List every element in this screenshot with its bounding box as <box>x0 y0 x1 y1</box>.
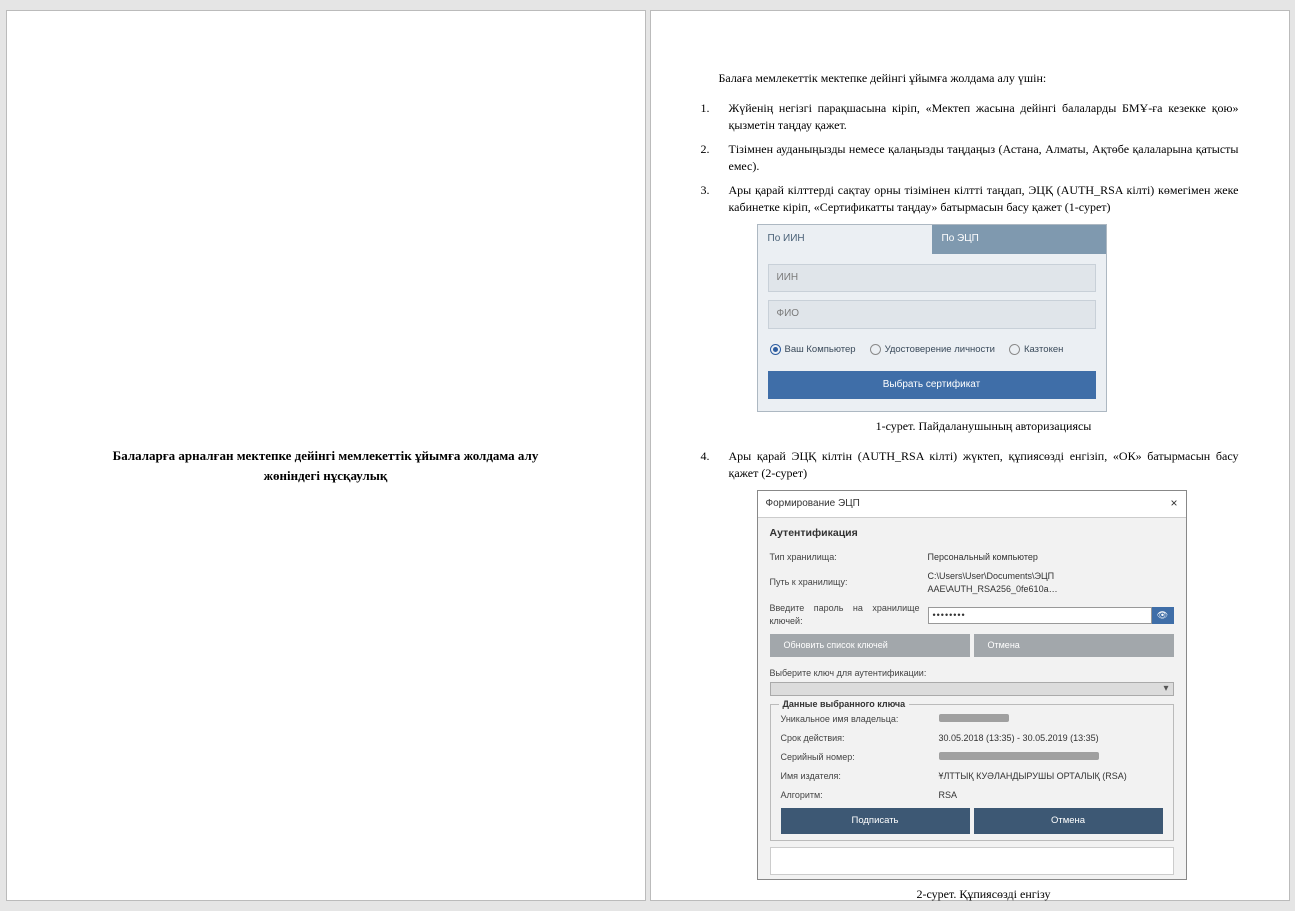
cancel-button-1[interactable]: Отмена <box>974 634 1174 657</box>
row-storage-path: Путь к хранилищу: C:\Users\User\Document… <box>770 570 1174 596</box>
tab-iin[interactable]: По ИИН <box>758 225 932 254</box>
label-storage-type: Тип хранилища: <box>770 551 920 564</box>
radio-your-computer[interactable]: Ваш Компьютер <box>770 343 856 357</box>
list-item-text: Ары қарай ЭЦҚ кілтін (AUTH_RSA кілті) жү… <box>729 449 1239 480</box>
ecp-dialog: Формирование ЭЦП × Аутентификация Тип хр… <box>757 490 1187 880</box>
row-issuer: Имя издателя: ҰЛТТЫҚ КУӘЛАНДЫРУШЫ ОРТАЛЫ… <box>781 770 1163 783</box>
dialog-title-text: Формирование ЭЦП <box>766 497 860 512</box>
row-algorithm: Алгоритм: RSA <box>781 789 1163 802</box>
value-owner <box>939 713 1163 726</box>
document-title: Балаларға арналған мектепке дейінгі мемл… <box>101 446 551 485</box>
output-area <box>770 847 1174 875</box>
sign-button-row: Подписать Отмена <box>781 808 1163 834</box>
auth-panel: По ИИН По ЭЦП ИИН ФИО Ваш Компьютер <box>757 224 1107 412</box>
value-algorithm: RSA <box>939 789 1163 802</box>
fio-input[interactable]: ФИО <box>768 300 1096 329</box>
select-key-label: Выберите ключ для аутентификации: <box>770 667 1174 680</box>
figure-1-caption: 1-сурет. Пайдаланушының авторизациясы <box>729 418 1239 435</box>
page-1: Балаларға арналған мектепке дейінгі мемл… <box>6 10 646 901</box>
fieldset-legend: Данные выбранного ключа <box>779 698 910 711</box>
tab-ecp[interactable]: По ЭЦП <box>932 225 1106 254</box>
label-owner: Уникальное имя владельца: <box>781 713 931 726</box>
eye-icon[interactable]: 👁 <box>1152 607 1174 624</box>
cancel-button-2[interactable]: Отмена <box>974 808 1163 834</box>
figure-1: По ИИН По ЭЦП ИИН ФИО Ваш Компьютер <box>757 224 1239 412</box>
password-wrap: •••••••• 👁 <box>928 607 1174 624</box>
list-item-text: Ары қарай кілттерді сақтау орны тізіміне… <box>729 183 1239 214</box>
radio-label: Удостоверение личности <box>885 343 995 357</box>
figure-2: Формирование ЭЦП × Аутентификация Тип хр… <box>757 490 1239 880</box>
storage-radio-group: Ваш Компьютер Удостоверение личности Каз… <box>768 337 1096 371</box>
list-item: Ары қарай кілттерді сақтау орны тізіміне… <box>701 182 1239 436</box>
key-dropdown[interactable] <box>770 682 1174 696</box>
radio-dot-icon <box>870 344 881 355</box>
sign-button[interactable]: Подписать <box>781 808 970 834</box>
label-validity: Срок действия: <box>781 732 931 745</box>
select-cert-button[interactable]: Выбрать сертификат <box>768 371 1096 400</box>
dialog-body: Аутентификация Тип хранилища: Персональн… <box>758 518 1186 880</box>
row-storage-type: Тип хранилища: Персональный компьютер <box>770 551 1174 564</box>
row-serial: Серийный номер: <box>781 751 1163 764</box>
radio-id-card[interactable]: Удостоверение личности <box>870 343 995 357</box>
radio-dot-icon <box>770 344 781 355</box>
value-validity: 30.05.2018 (13:35) - 30.05.2019 (13:35) <box>939 732 1163 745</box>
numbered-list: Жүйенің негізгі парақшасына кіріп, «Мект… <box>701 100 1239 904</box>
tab-row: По ИИН По ЭЦП <box>758 225 1106 254</box>
list-item: Тізімнен ауданыңызды немесе қалаңызды та… <box>701 141 1239 176</box>
auth-form: ИИН ФИО Ваш Компьютер Удостоверение личн… <box>758 254 1106 411</box>
dialog-titlebar: Формирование ЭЦП × <box>758 491 1186 517</box>
radio-dot-icon <box>1009 344 1020 355</box>
close-icon[interactable]: × <box>1170 495 1177 512</box>
selected-key-fieldset: Данные выбранного ключа Уникальное имя в… <box>770 704 1174 841</box>
radio-label: Ваш Компьютер <box>785 343 856 357</box>
auth-heading: Аутентификация <box>770 526 1174 541</box>
document-spread: Балаларға арналған мектепке дейінгі мемл… <box>6 10 1290 901</box>
password-input[interactable]: •••••••• <box>928 607 1152 624</box>
row-validity: Срок действия: 30.05.2018 (13:35) - 30.0… <box>781 732 1163 745</box>
grey-button-row: Обновить список ключей Отмена <box>770 634 1174 657</box>
value-issuer: ҰЛТТЫҚ КУӘЛАНДЫРУШЫ ОРТАЛЫҚ (RSA) <box>939 770 1163 783</box>
row-owner: Уникальное имя владельца: <box>781 713 1163 726</box>
figure-2-caption: 2-сурет. Құпиясөзді енгізу <box>729 886 1239 903</box>
label-password: Введите пароль на хранилище ключей: <box>770 602 920 628</box>
list-item: Жүйенің негізгі парақшасына кіріп, «Мект… <box>701 100 1239 135</box>
row-password: Введите пароль на хранилище ключей: ••••… <box>770 602 1174 628</box>
intro-text: Балаға мемлекеттік мектепке дейінгі ұйым… <box>701 71 1239 86</box>
label-serial: Серийный номер: <box>781 751 931 764</box>
label-storage-path: Путь к хранилищу: <box>770 576 920 589</box>
value-serial <box>939 751 1163 764</box>
radio-kaztoken[interactable]: Казтокен <box>1009 343 1063 357</box>
label-algorithm: Алгоритм: <box>781 789 931 802</box>
label-issuer: Имя издателя: <box>781 770 931 783</box>
value-storage-path: C:\Users\User\Documents\ЭЦП ААЕ\AUTH_RSA… <box>928 570 1174 596</box>
iin-input[interactable]: ИИН <box>768 264 1096 293</box>
radio-label: Казтокен <box>1024 343 1063 357</box>
refresh-keys-button[interactable]: Обновить список ключей <box>770 634 970 657</box>
list-item: Ары қарай ЭЦҚ кілтін (AUTH_RSA кілті) жү… <box>701 448 1239 904</box>
page-2: Балаға мемлекеттік мектепке дейінгі ұйым… <box>650 10 1290 901</box>
value-storage-type: Персональный компьютер <box>928 551 1174 564</box>
